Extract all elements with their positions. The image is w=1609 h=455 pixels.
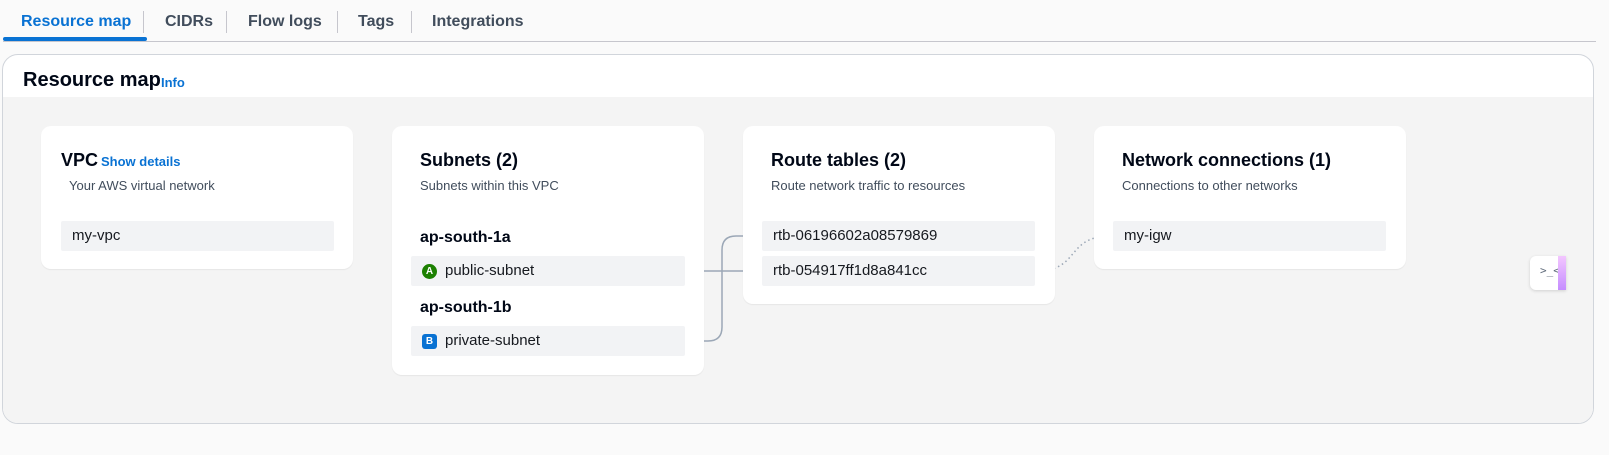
info-link[interactable]: Info	[161, 75, 185, 90]
vpc-card: VPC Show details Your AWS virtual networ…	[41, 126, 353, 269]
network-connections-card: Network connections (1) Connections to o…	[1094, 126, 1406, 269]
subnet-item-private[interactable]: Bprivate-subnet	[411, 326, 685, 356]
tab-divider	[226, 11, 227, 33]
internet-gateway-item[interactable]: my-igw	[1113, 221, 1386, 251]
vpc-subtitle: Your AWS virtual network	[69, 178, 215, 193]
az-label-ap-south-1b: ap-south-1b	[420, 299, 512, 316]
tab-divider	[411, 11, 412, 33]
network-connections-title: Network connections (1)	[1122, 150, 1332, 170]
tab-cidrs[interactable]: CIDRs	[165, 0, 213, 41]
tab-divider	[337, 11, 338, 33]
route-table-item[interactable]: rtb-06196602a08579869	[762, 221, 1035, 251]
tab-divider	[143, 11, 144, 33]
panel-title: Resource map	[23, 69, 161, 91]
subnets-card: Subnets (2) Subnets within this VPC ap-s…	[392, 126, 704, 375]
availability-zone-a-icon: A	[422, 264, 437, 279]
tab-integrations[interactable]: Integrations	[432, 0, 524, 41]
resource-map-panel: Resource map Info VPC Show details Your …	[2, 54, 1594, 424]
subnet-label: private-subnet	[445, 332, 541, 349]
widget-accent	[1558, 256, 1566, 290]
route-tables-title: Route tables (2)	[771, 150, 907, 170]
tab-flow-logs[interactable]: Flow logs	[248, 0, 322, 41]
subnets-subtitle: Subnets within this VPC	[420, 178, 559, 193]
route-table-label: rtb-054917ff1d8a841cc	[773, 262, 928, 279]
vpc-title: VPC	[61, 150, 99, 170]
route-tables-subtitle: Route network traffic to resources	[771, 178, 966, 193]
show-details-link[interactable]: Show details	[101, 154, 180, 169]
subnet-label: public-subnet	[445, 262, 535, 279]
route-tables-card: Route tables (2) Route network traffic t…	[743, 126, 1055, 304]
route-table-item[interactable]: rtb-054917ff1d8a841cc	[762, 256, 1035, 286]
resource-map-canvas: VPC Show details Your AWS virtual networ…	[3, 97, 1593, 423]
network-connections-subtitle: Connections to other networks	[1122, 178, 1298, 193]
subnets-title: Subnets (2)	[420, 150, 519, 170]
tab-bar: Resource map CIDRs Flow logs Tags Integr…	[3, 0, 1596, 42]
vpc-item-label: my-vpc	[72, 227, 121, 244]
side-panel-toggle[interactable]: >_<	[1530, 256, 1566, 290]
active-tab-indicator	[3, 37, 147, 41]
tab-resource-map[interactable]: Resource map	[21, 0, 131, 41]
tab-tags[interactable]: Tags	[358, 0, 394, 41]
vpc-item[interactable]: my-vpc	[61, 221, 334, 251]
internet-gateway-label: my-igw	[1124, 227, 1172, 244]
az-label-ap-south-1a: ap-south-1a	[420, 229, 511, 246]
route-table-label: rtb-06196602a08579869	[773, 227, 938, 244]
availability-zone-b-icon: B	[422, 334, 437, 349]
subnet-item-public[interactable]: Apublic-subnet	[411, 256, 685, 286]
terminal-icon: >_<	[1540, 264, 1560, 277]
